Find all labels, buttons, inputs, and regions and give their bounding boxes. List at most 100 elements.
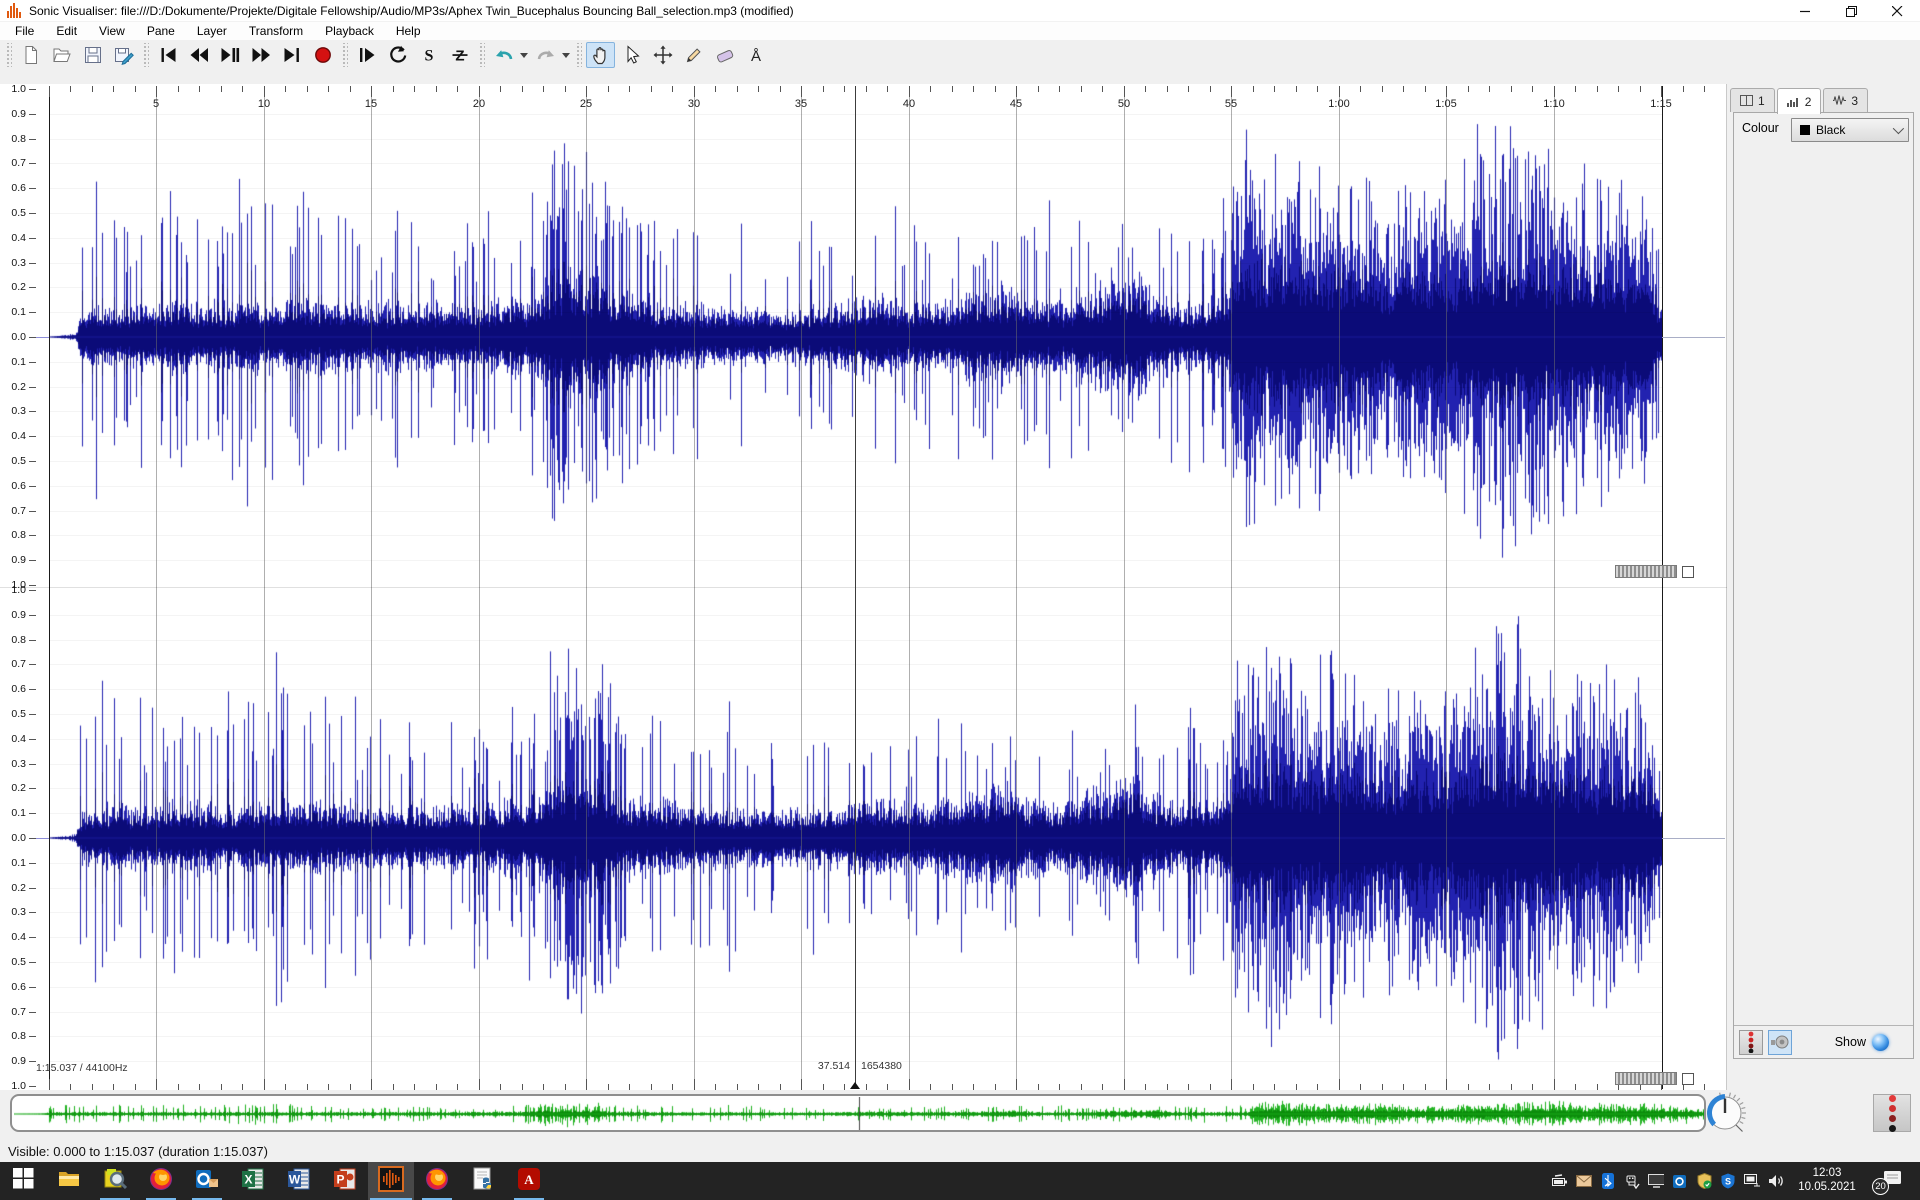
tray-battery-pen-icon[interactable] [1552,1173,1568,1189]
menu-item-pane[interactable]: Pane [136,22,186,40]
select-button[interactable] [617,42,646,68]
taskbar-file-explorer-button[interactable] [46,1162,92,1200]
playback-level-meter-button[interactable] [1873,1094,1911,1132]
tray-display-icon[interactable] [1648,1173,1664,1189]
bottom-ruler-tick [909,1079,910,1090]
overview-panner[interactable] [10,1094,1706,1132]
pane-tab-2[interactable]: 2 [1777,88,1822,114]
fast-forward-end-button[interactable] [277,42,306,68]
undo-button[interactable] [489,42,518,68]
export-button[interactable] [109,42,138,68]
amplitude-scale-label: 0.1 [0,807,26,819]
waveform-panes-area[interactable]: 5101520253035404550551:001:051:101:151.0… [0,84,1727,1090]
pane2-zoom-wheels[interactable] [1615,1072,1694,1085]
pane1-zoom-wheels[interactable] [1615,565,1694,578]
pane-tab-1[interactable]: 1 [1730,88,1775,112]
powerpoint-icon: P [333,1167,357,1196]
loop-button[interactable] [383,42,412,68]
redo-button[interactable] [531,42,560,68]
tray-volume-icon[interactable] [1768,1173,1784,1189]
measure-button[interactable]: Å [741,42,770,68]
speaker-icon [1770,1032,1790,1052]
edit-button[interactable] [648,42,677,68]
svg-text:P: P [336,1172,344,1186]
open-button[interactable] [47,42,76,68]
amplitude-scale-tick [29,535,36,536]
play-selection-icon [356,44,378,66]
tray-outlook-tray-icon[interactable] [1672,1173,1688,1189]
menu-item-playback[interactable]: Playback [314,22,385,40]
taskbar-firefox-button[interactable] [138,1162,184,1200]
taskbar-firefox-2-button[interactable] [414,1162,460,1200]
show-toggle-led[interactable] [1872,1034,1889,1051]
play-selection-button[interactable] [352,42,381,68]
amplitude-scale-tick [29,362,36,363]
new-button[interactable] [16,42,45,68]
menu-item-layer[interactable]: Layer [186,22,238,40]
taskbar-start-button[interactable] [0,1162,46,1200]
redo-menu-button[interactable] [559,42,572,68]
taskbar-python-file-button[interactable] [460,1162,506,1200]
amplitude-scale-tick [29,411,36,412]
audition-speaker-button[interactable] [1768,1030,1792,1055]
play-button[interactable] [215,42,244,68]
tray-shield-s-icon[interactable]: S [1720,1173,1736,1189]
amplitude-scale-label: 0.7 [0,505,26,517]
tray-usb-icon[interactable] [1624,1173,1640,1189]
playback-speed-knob[interactable] [1701,1088,1751,1138]
taskbar-sonic-visualiser-button[interactable] [368,1162,414,1200]
taskbar-word-button[interactable]: W [276,1162,322,1200]
bars-icon [1787,96,1800,108]
pane-tab-3[interactable]: 3 [1823,88,1868,112]
pane1-zoom-wheel[interactable] [1615,565,1677,578]
taskbar-powerpoint-button[interactable]: P [322,1162,368,1200]
fast-forward-button[interactable] [246,42,275,68]
record-button[interactable] [308,42,337,68]
notification-center-button[interactable]: 20 [1882,1170,1902,1192]
taskbar-clock[interactable]: 12:03 10.05.2021 [1796,1166,1858,1194]
amplitude-scale-label: 0.6 [0,981,26,993]
time-ruler-tick [758,86,759,92]
tray-bluetooth-icon[interactable] [1600,1173,1616,1189]
solo-button[interactable]: S [414,42,443,68]
draw-button[interactable] [679,42,708,68]
tray-mail-icon[interactable] [1576,1173,1592,1189]
pane1-zoom-reset-button[interactable] [1682,566,1694,578]
taskbar-excel-button[interactable]: X [230,1162,276,1200]
tray-network-icon[interactable] [1744,1173,1760,1189]
navigate-button[interactable] [586,42,615,68]
taskbar-acrobat-button[interactable]: A [506,1162,552,1200]
taskbar-magnifier-app-button[interactable] [92,1162,138,1200]
pane2-zoom-wheel[interactable] [1615,1072,1677,1085]
amplitude-scale-tick [29,714,36,715]
menu-item-view[interactable]: View [88,22,136,40]
menu-item-edit[interactable]: Edit [45,22,88,40]
rewind-start-button[interactable] [153,42,182,68]
save-button[interactable] [78,42,107,68]
menu-item-help[interactable]: Help [385,22,432,40]
erase-button[interactable] [710,42,739,68]
menu-item-file[interactable]: File [4,22,45,40]
playback-level-button[interactable] [1739,1030,1763,1055]
time-ruler-tick [70,86,71,92]
rewind-button[interactable] [184,42,213,68]
colour-select[interactable]: Black [1791,118,1909,142]
close-button[interactable] [1874,0,1920,22]
time-ruler-tick [1059,86,1060,92]
align-button[interactable]: Z [445,42,474,68]
time-ruler-tick [350,86,351,92]
overview-row [0,1090,1920,1140]
menu-item-transform[interactable]: Transform [238,22,314,40]
undo-menu-button[interactable] [517,42,530,68]
tray-defender-icon[interactable] [1696,1173,1712,1189]
time-ruler-tick [1188,86,1189,92]
restore-button[interactable] [1828,0,1874,22]
amplitude-scale-tick [29,188,36,189]
svg-text:A: A [524,1172,534,1187]
minimize-button[interactable] [1782,0,1828,22]
window-title: Sonic Visualiser: file:///D:/Dokumente/P… [29,4,794,18]
amplitude-scale-tick [29,739,36,740]
svg-text:X: X [244,1172,252,1186]
taskbar-outlook-button[interactable] [184,1162,230,1200]
pane2-zoom-reset-button[interactable] [1682,1073,1694,1085]
